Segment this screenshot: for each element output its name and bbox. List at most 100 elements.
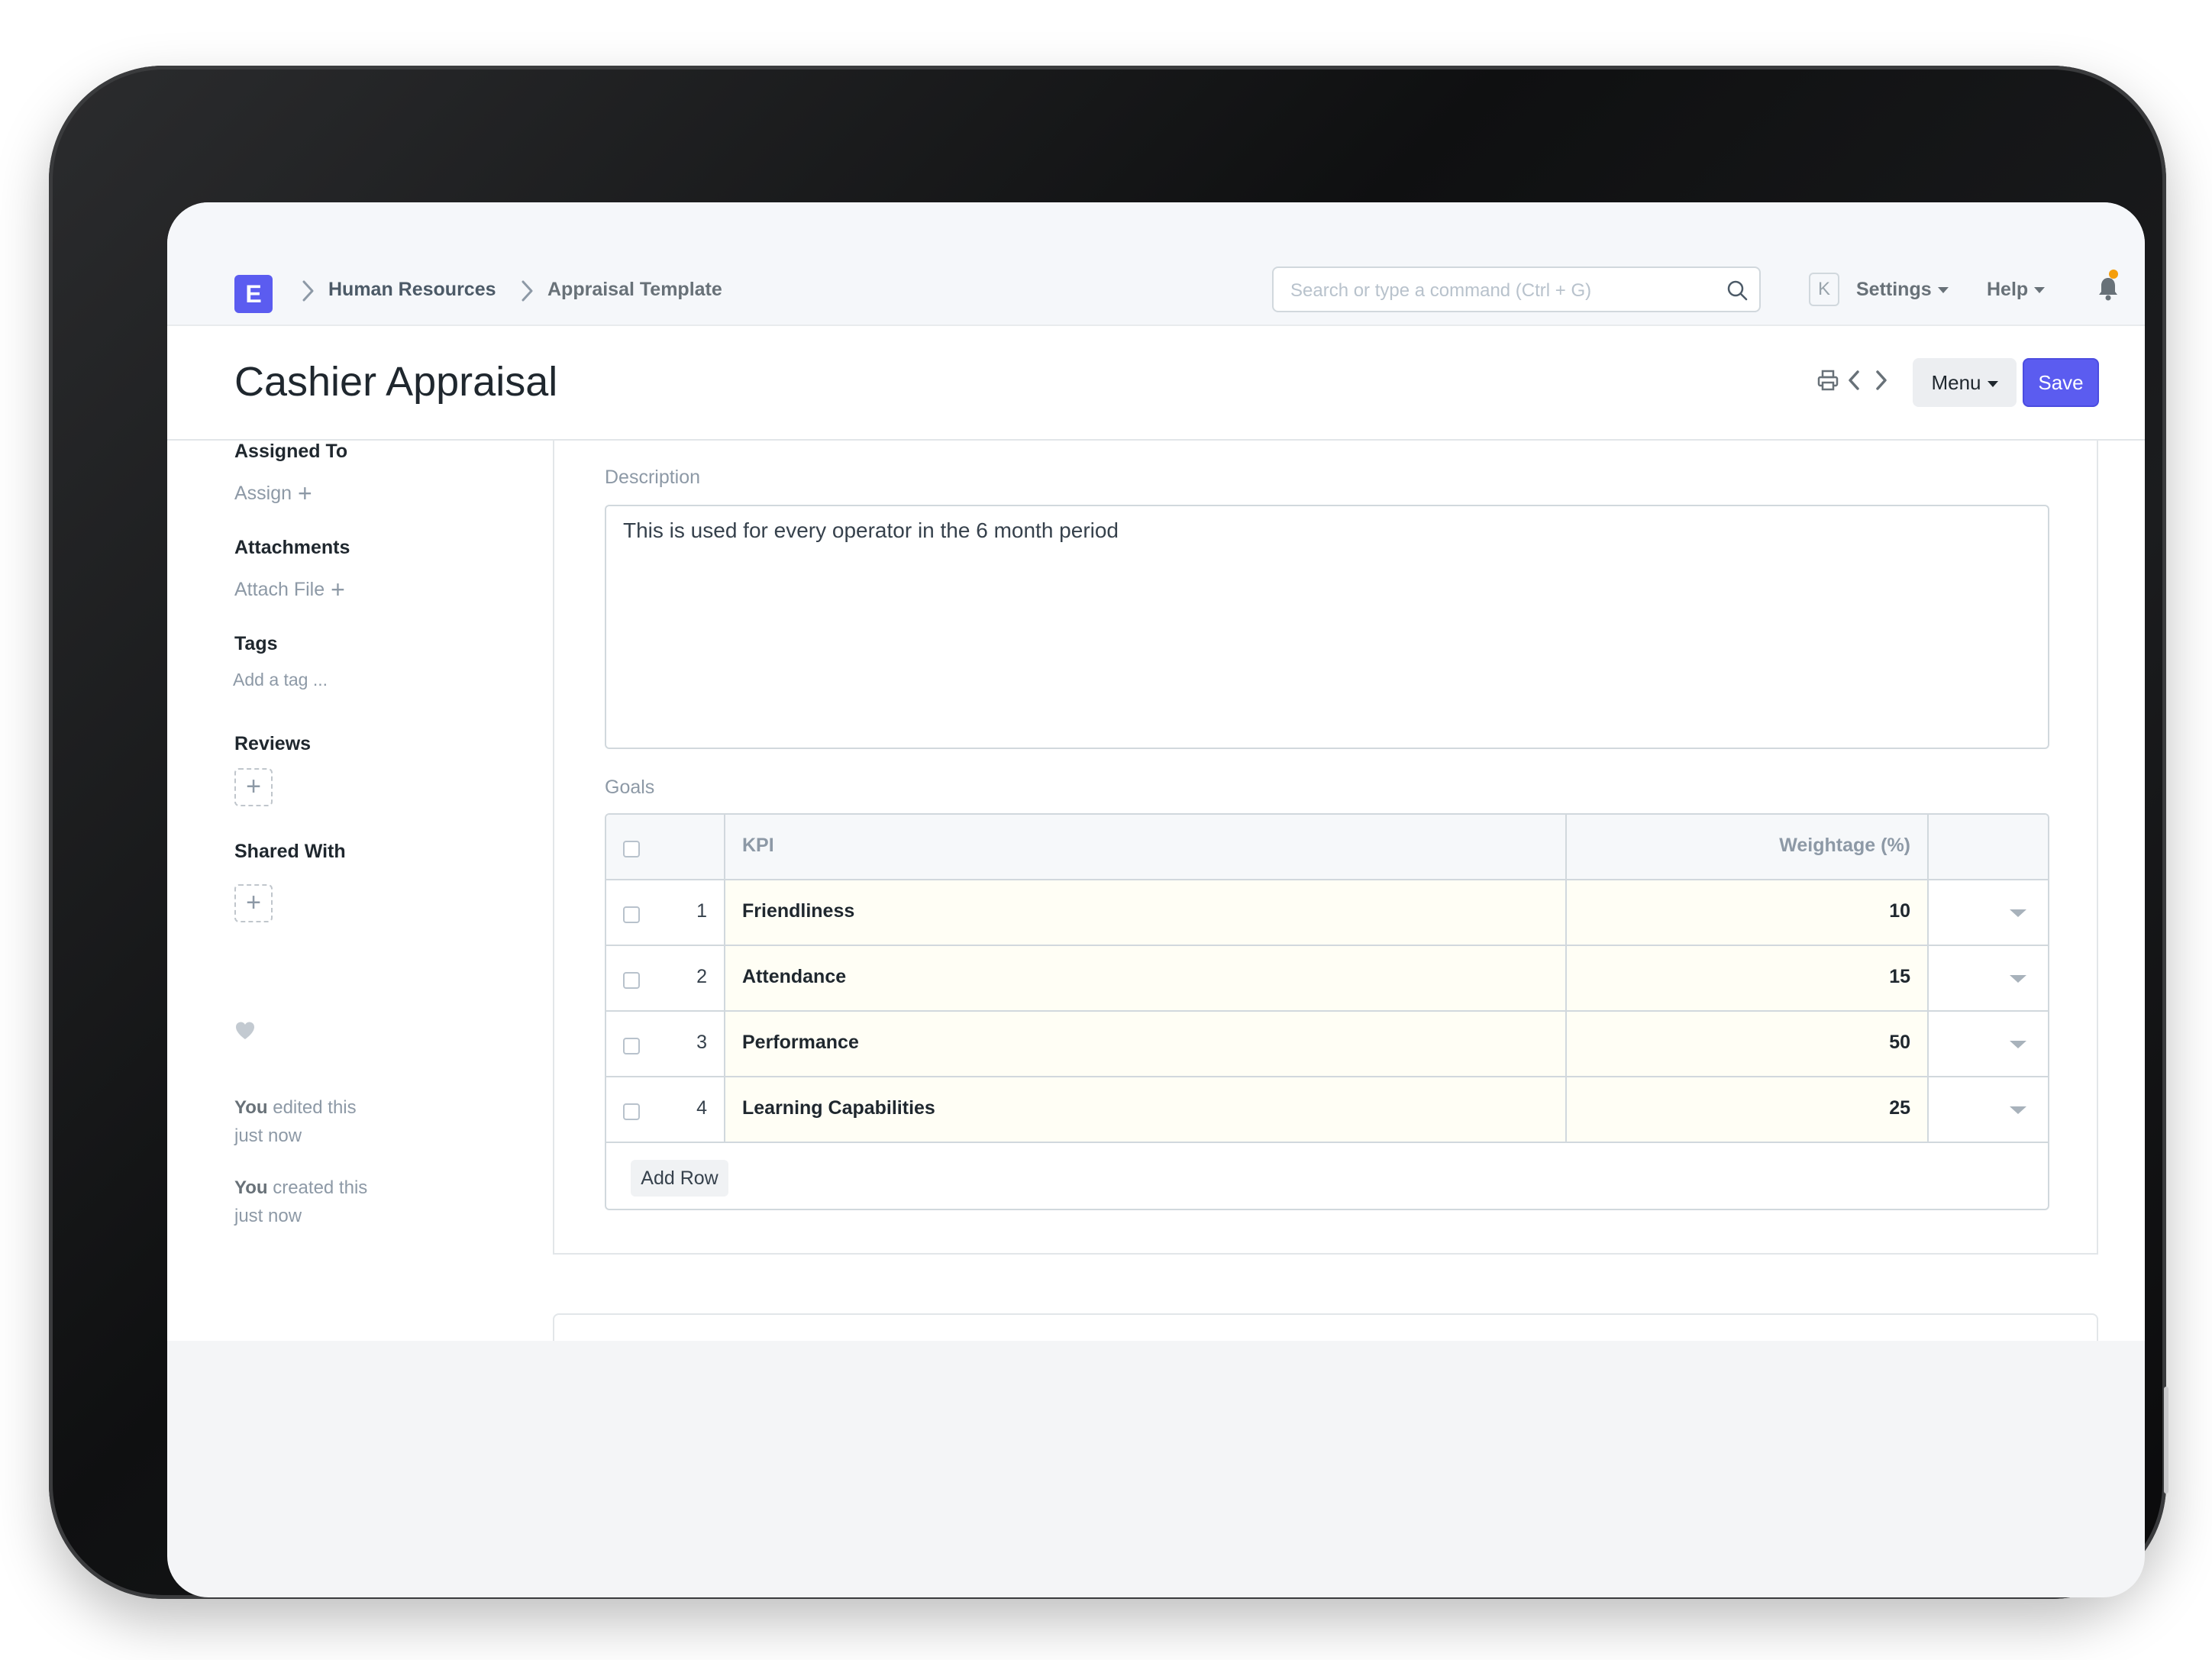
kpi-value: Learning Capabilities: [742, 1097, 935, 1119]
reviews-label: Reviews: [234, 733, 312, 754]
assign-link[interactable]: Assign +: [234, 480, 312, 508]
row-expand-caret-icon[interactable]: [2010, 1106, 2026, 1114]
help-dropdown[interactable]: Help: [1987, 279, 2046, 301]
activity-time: just now: [234, 1126, 302, 1146]
form-section: Description This is used for every opera…: [553, 441, 2098, 1255]
add-row-button[interactable]: Add Row: [631, 1160, 728, 1197]
caret-down-icon: [1937, 287, 1949, 294]
page-title: Cashier Appraisal: [234, 359, 558, 405]
breadcrumb-appraisal-template[interactable]: Appraisal Template: [547, 279, 722, 301]
table-row[interactable]: 2 Attendance 15: [606, 946, 2048, 1012]
app-logo[interactable]: E: [234, 275, 273, 313]
row-expand-caret-icon[interactable]: [2010, 909, 2026, 917]
shared-with-label: Shared With: [234, 841, 346, 862]
attach-file-link[interactable]: Attach File +: [234, 576, 345, 604]
activity-action: edited this: [267, 1097, 357, 1118]
row-checkbox[interactable]: [623, 1103, 640, 1120]
activity-actor: You: [234, 1177, 268, 1198]
row-actions-cell: [1929, 946, 2048, 1010]
assign-label: Assign: [234, 483, 292, 504]
goals-table: KPI Weightage (%) 1 Friendliness 10 2 At…: [605, 813, 2049, 1210]
row-expand-caret-icon[interactable]: [2010, 1041, 2026, 1048]
row-index: 3: [696, 1032, 707, 1053]
caret-down-icon: [2034, 287, 2046, 294]
user-avatar[interactable]: K: [1809, 273, 1839, 306]
row-index: 2: [696, 966, 707, 987]
tablet-frame: E Human Resources Appraisal Template K S…: [49, 66, 2168, 1599]
notification-dot: [2109, 270, 2118, 279]
row-select-cell: 3: [606, 1012, 725, 1076]
next-record-icon[interactable]: [1871, 369, 1890, 392]
caret-down-icon: [1987, 381, 1998, 388]
activity-time: just now: [234, 1206, 302, 1226]
activity-created: You created this just now: [234, 1174, 367, 1230]
header-weightage-cell: Weightage (%): [1567, 815, 1929, 879]
kpi-cell[interactable]: Performance: [725, 1012, 1567, 1076]
description-label: Description: [605, 467, 701, 488]
page-head: Cashier Appraisal Menu Save: [167, 326, 2145, 441]
attachments-label: Attachments: [234, 537, 350, 558]
menu-button[interactable]: Menu: [1913, 358, 2017, 407]
save-button[interactable]: Save: [2023, 358, 2099, 407]
print-icon[interactable]: [1816, 369, 1839, 392]
app-screen: E Human Resources Appraisal Template K S…: [167, 202, 2145, 1597]
search-input[interactable]: [1289, 277, 1720, 305]
row-select-cell: 1: [606, 880, 725, 945]
kpi-value: Performance: [742, 1032, 859, 1053]
search-icon[interactable]: [1726, 279, 1749, 302]
row-actions-cell: [1929, 880, 2048, 945]
weightage-value: 15: [1889, 966, 1910, 987]
weightage-cell[interactable]: 50: [1567, 1012, 1929, 1076]
kpi-cell[interactable]: Learning Capabilities: [725, 1077, 1567, 1142]
row-checkbox[interactable]: [623, 906, 640, 923]
row-expand-caret-icon[interactable]: [2010, 975, 2026, 983]
settings-dropdown[interactable]: Settings: [1856, 279, 1949, 301]
row-checkbox[interactable]: [623, 972, 640, 989]
kpi-cell[interactable]: Attendance: [725, 946, 1567, 1010]
table-row[interactable]: 3 Performance 50: [606, 1012, 2048, 1077]
header-action-cell: [1929, 815, 2048, 879]
row-index: 1: [696, 900, 707, 922]
row-checkbox[interactable]: [623, 1038, 640, 1054]
weightage-value: 25: [1889, 1097, 1910, 1119]
weightage-value: 10: [1889, 900, 1910, 922]
column-header-weightage: Weightage (%): [1779, 835, 1910, 856]
next-form-section: [553, 1313, 2098, 1341]
kpi-value: Attendance: [742, 966, 847, 987]
plus-icon: +: [298, 480, 312, 507]
activity-edited: You edited this just now: [234, 1093, 357, 1150]
goals-label: Goals: [605, 777, 655, 798]
add-tag-input[interactable]: Add a tag ...: [233, 670, 328, 690]
kpi-value: Friendliness: [742, 900, 855, 922]
header-kpi-cell: KPI: [725, 815, 1567, 879]
table-row[interactable]: 4 Learning Capabilities 25: [606, 1077, 2048, 1143]
plus-icon: +: [331, 576, 345, 603]
notification-bell-icon[interactable]: [2097, 276, 2120, 302]
activity-action: created this: [267, 1177, 368, 1198]
attach-file-label: Attach File: [234, 579, 325, 600]
breadcrumb-human-resources[interactable]: Human Resources: [328, 279, 496, 301]
weightage-cell[interactable]: 25: [1567, 1077, 1929, 1142]
like-heart-icon[interactable]: [234, 1021, 256, 1041]
description-textarea[interactable]: This is used for every operator in the 6…: [605, 505, 2049, 749]
select-all-checkbox[interactable]: [623, 841, 640, 857]
table-row[interactable]: 1 Friendliness 10: [606, 880, 2048, 946]
search-bar: [1272, 266, 1761, 312]
help-label: Help: [1987, 279, 2029, 300]
menu-label: Menu: [1931, 371, 1981, 394]
weightage-value: 50: [1889, 1032, 1910, 1053]
table-header-row: KPI Weightage (%): [606, 815, 2048, 880]
weightage-cell[interactable]: 10: [1567, 880, 1929, 945]
device-side-button: [2164, 1387, 2168, 1494]
row-select-cell: 4: [606, 1077, 725, 1142]
add-share-button[interactable]: +: [234, 884, 273, 922]
kpi-cell[interactable]: Friendliness: [725, 880, 1567, 945]
weightage-cell[interactable]: 15: [1567, 946, 1929, 1010]
tags-label: Tags: [234, 633, 278, 654]
settings-label: Settings: [1856, 279, 1932, 300]
previous-record-icon[interactable]: [1845, 369, 1864, 392]
row-actions-cell: [1929, 1077, 2048, 1142]
page-body: Assigned To Assign + Attachments Attach F…: [167, 441, 2145, 1341]
activity-actor: You: [234, 1097, 268, 1118]
add-review-button[interactable]: +: [234, 768, 273, 806]
